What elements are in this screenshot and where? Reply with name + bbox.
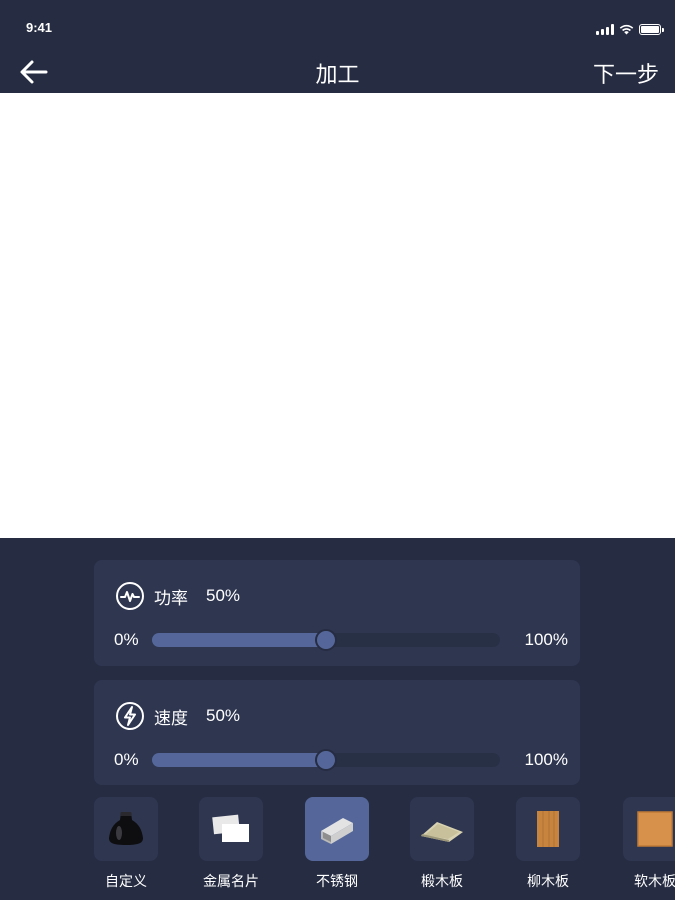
speed-label: 速度 [154, 708, 188, 729]
speed-value: 50% [206, 706, 241, 725]
material-label: 椴木板 [421, 874, 463, 890]
status-icons [596, 24, 664, 35]
custom-material-icon [109, 812, 143, 845]
speed-card: 速度 50% 0% 100% [94, 680, 580, 785]
settings-panel: 功率 50% 0% 100% 速度 50% 0% 100% 自定义 金属名片 不… [0, 538, 675, 900]
speed-slider[interactable] [152, 749, 500, 771]
willow-board-icon [537, 811, 559, 847]
power-label: 功率 [154, 588, 188, 609]
metal-card-icon [212, 814, 249, 842]
power-pulse-icon [116, 582, 144, 610]
speed-slider-row: 0% 100% [114, 748, 568, 772]
material-item-metal-card[interactable]: 金属名片 [191, 797, 271, 891]
status-time: 9:41 [26, 20, 53, 35]
material-list: 自定义 金属名片 不锈钢 椴木板 柳木板 软木板 [94, 797, 675, 900]
power-slider-row: 0% 100% [114, 628, 568, 652]
cork-board-icon [637, 811, 673, 847]
basswood-board-icon [421, 822, 463, 842]
material-label: 自定义 [105, 874, 147, 890]
material-label: 软木板 [634, 874, 675, 890]
processing-screen: 9:41 加工 下一步 功率 50% 0% 100% 速度 50% 0% 100… [0, 0, 675, 900]
material-item-custom[interactable]: 自定义 [94, 797, 166, 891]
material-item-cork[interactable]: 软木板 [615, 797, 675, 891]
speed-slider-thumb[interactable] [315, 749, 337, 771]
speed-min-label: 0% [114, 750, 139, 769]
power-slider-fill [152, 633, 326, 647]
battery-icon [639, 24, 664, 35]
cellular-signal-icon [596, 24, 614, 35]
next-step-button[interactable]: 下一步 [593, 57, 659, 89]
speed-slider-fill [152, 753, 326, 767]
wifi-icon [619, 24, 634, 35]
page-title: 加工 [315, 63, 360, 88]
power-card: 功率 50% 0% 100% [94, 560, 580, 666]
material-label: 不锈钢 [316, 874, 358, 890]
material-label: 金属名片 [203, 874, 259, 890]
stainless-steel-icon [321, 818, 353, 844]
material-item-stainless-steel[interactable]: 不锈钢 [297, 797, 377, 891]
lightning-icon [116, 702, 144, 730]
power-max-label: 100% [524, 630, 568, 649]
power-slider-thumb[interactable] [315, 629, 337, 651]
speed-max-label: 100% [524, 750, 568, 769]
power-slider[interactable] [152, 629, 500, 651]
material-label: 柳木板 [527, 874, 569, 890]
preview-canvas[interactable] [0, 93, 675, 538]
material-item-willow[interactable]: 柳木板 [508, 797, 588, 891]
top-bar: 9:41 加工 下一步 [0, 0, 675, 93]
power-min-label: 0% [114, 630, 139, 649]
power-value: 50% [206, 586, 241, 605]
material-item-basswood[interactable]: 椴木板 [402, 797, 482, 891]
